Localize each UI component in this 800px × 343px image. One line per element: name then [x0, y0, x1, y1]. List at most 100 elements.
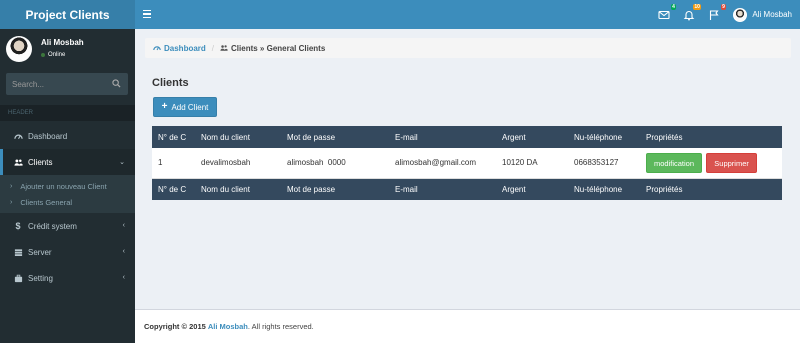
dashboard-icon	[153, 46, 161, 51]
users-icon	[13, 157, 23, 167]
submenu-item-clients-general[interactable]: › Clients General	[0, 194, 135, 210]
search-input[interactable]	[6, 79, 106, 89]
breadcrumb-dashboard-link[interactable]: Dashboard	[153, 44, 206, 53]
plus-icon: +	[161, 101, 168, 112]
chevron-left-icon: ‹	[122, 248, 125, 255]
column-footer: Nu-téléphone	[568, 178, 640, 200]
notifications-badge: 10	[692, 3, 702, 10]
hamburger-bar	[143, 13, 151, 15]
user-panel: Ali Mosbah Online	[0, 29, 135, 69]
column-header: Mot de passe	[281, 126, 389, 148]
page-footer: Copyright © 2015 Ali Mosbah. All rights …	[135, 309, 800, 343]
sidebar-menu: Dashboard Clients ⌄ › Ajouter un nouveau…	[0, 123, 135, 291]
chevron-left-icon: ‹	[122, 222, 125, 229]
submenu-item-add-client[interactable]: › Ajouter un nouveau Client	[0, 178, 135, 194]
sidebar-item-label: Clients	[28, 157, 53, 167]
sidebar-item-server[interactable]: Server ‹	[0, 239, 135, 265]
avatar	[733, 7, 748, 22]
column-footer: Nom du client	[195, 178, 281, 200]
column-header: Argent	[496, 126, 568, 148]
flag-icon	[710, 9, 720, 20]
hamburger-bar	[143, 9, 151, 12]
client-password: alimosbah 0000	[281, 148, 389, 179]
author-link[interactable]: Ali Mosbah	[208, 322, 248, 331]
column-header: Propriétés	[640, 126, 782, 148]
breadcrumb-current: Clients » General Clients	[220, 44, 325, 53]
chevron-down-icon: ⌄	[119, 159, 125, 166]
clients-submenu: › Ajouter un nouveau Client › Clients Ge…	[0, 175, 135, 213]
column-footer: E-mail	[389, 178, 496, 200]
add-client-button[interactable]: + Add Client	[153, 97, 217, 117]
column-header: N° de C	[152, 126, 195, 148]
submenu-label: Ajouter un nouveau Client	[20, 181, 107, 191]
sidebar-item-label: Crédit system	[28, 221, 77, 231]
user-menu[interactable]: Ali Mosbah	[733, 7, 792, 22]
sidebar-item-label: Setting	[28, 273, 53, 283]
briefcase-icon	[13, 273, 23, 283]
chevron-right-icon: ›	[10, 182, 13, 190]
column-footer: Propriétés	[640, 178, 782, 200]
client-email: alimosbah@gmail.com	[389, 148, 496, 179]
server-icon	[13, 247, 23, 257]
users-icon	[220, 45, 228, 51]
sidebar-item-clients[interactable]: Clients ⌄	[0, 149, 135, 175]
online-dot-icon	[41, 53, 45, 57]
breadcrumb: Dashboard / Clients » General Clients	[145, 38, 791, 58]
dashboard-icon	[13, 131, 23, 141]
navbar-right: 4 10 9 Ali Mosbah	[658, 0, 792, 29]
rights-text: . All rights reserved.	[247, 322, 314, 331]
sidebar-toggle-button[interactable]	[143, 8, 153, 20]
table-header-row: N° de C Nom du client Mot de passe E-mai…	[152, 126, 782, 148]
user-name: Ali Mosbah	[752, 10, 792, 19]
messages-badge: 4	[670, 3, 677, 10]
page-title: Clients	[152, 77, 189, 89]
breadcrumb-current-label: Clients » General Clients	[231, 43, 326, 53]
client-phone: 0668353127	[568, 148, 640, 179]
sidebar-item-dashboard[interactable]: Dashboard	[0, 123, 135, 149]
sidebar-user-name: Ali Mosbah	[41, 38, 84, 47]
hamburger-bar	[143, 16, 151, 19]
column-footer: N° de C	[152, 178, 195, 200]
status-label: Online	[48, 52, 66, 58]
sidebar-search	[6, 73, 128, 95]
user-status: Online	[41, 52, 65, 58]
sidebar-item-setting[interactable]: Setting ‹	[0, 265, 135, 291]
chevron-right-icon: ›	[10, 198, 13, 206]
bell-icon	[684, 10, 695, 20]
submenu-label: Clients General	[20, 197, 73, 207]
column-header: Nu-téléphone	[568, 126, 640, 148]
breadcrumb-separator: /	[211, 43, 215, 53]
envelope-icon	[658, 10, 670, 19]
messages-button[interactable]: 4	[658, 3, 677, 21]
table-row: 1 devalimosbah alimosbah 0000 alimosbah@…	[152, 148, 782, 179]
breadcrumb-home-label: Dashboard	[164, 43, 206, 53]
avatar	[6, 36, 32, 62]
table-footer-row: N° de C Nom du client Mot de passe E-mai…	[152, 178, 782, 200]
top-navbar: 4 10 9 Ali Mosbah	[135, 0, 800, 29]
sidebar-item-label: Dashboard	[28, 131, 68, 141]
search-icon[interactable]	[112, 79, 121, 88]
column-header: E-mail	[389, 126, 496, 148]
sidebar-item-label: Server	[28, 247, 52, 257]
tasks-button[interactable]: 9	[708, 3, 727, 21]
column-footer: Mot de passe	[281, 178, 389, 200]
add-client-label: Add Client	[171, 102, 209, 112]
column-footer: Argent	[496, 178, 568, 200]
tasks-badge: 9	[720, 3, 727, 10]
column-header: Nom du client	[195, 126, 281, 148]
dollar-icon: $	[15, 221, 21, 231]
delete-button[interactable]: Supprimer	[706, 152, 757, 173]
clients-table: N° de C Nom du client Mot de passe E-mai…	[152, 126, 782, 200]
client-money: 10120 DA	[496, 148, 568, 179]
sidebar: Ali Mosbah Online HEADER Dashboard Clien…	[0, 29, 135, 343]
notifications-button[interactable]: 10	[683, 3, 702, 21]
client-number: 1	[152, 148, 195, 179]
copyright-text: Copyright © 2015	[144, 322, 206, 331]
row-actions: modification Supprimer	[640, 148, 782, 179]
sidebar-section-header: HEADER	[0, 105, 135, 121]
edit-button[interactable]: modification	[646, 152, 703, 173]
app-logo[interactable]: Project Clients	[0, 0, 135, 29]
sidebar-item-credit-system[interactable]: $ Crédit system ‹	[0, 213, 135, 239]
chevron-left-icon: ‹	[122, 274, 125, 281]
client-name: devalimosbah	[195, 148, 281, 179]
